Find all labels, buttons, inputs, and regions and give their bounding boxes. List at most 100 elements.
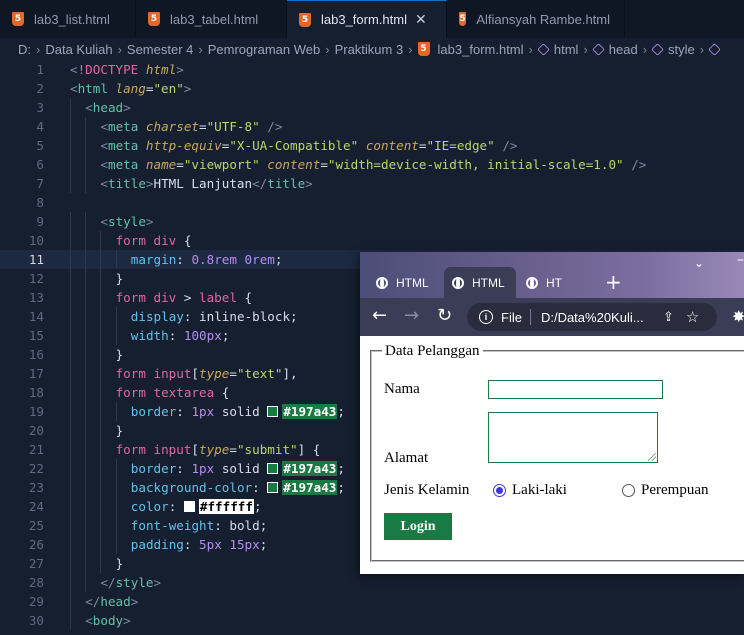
code-text: <style> [100,212,153,231]
radio-perempuan[interactable] [622,484,635,497]
indent-guide [100,497,102,516]
code-text: width: 100px; [131,326,230,345]
code-line[interactable]: 8 [0,193,744,212]
indent-guide [70,345,71,364]
close-icon[interactable]: ✕ [415,11,427,28]
code-line[interactable]: 9 <style> [0,212,744,231]
new-tab-button[interactable]: + [605,270,622,294]
minimize-icon[interactable]: – [737,252,744,268]
browser-tab[interactable]: HT [518,267,590,298]
code-line[interactable]: 6 <meta name="viewport" content="width=de… [0,155,744,174]
code-token: form textarea [115,385,222,400]
indent-guide [85,497,87,516]
code-line[interactable]: 5 <meta http-equiv="X-UA-Compatible" cont… [0,136,744,155]
code-line[interactable]: 7 <title>HTML Lanjutan</title> [0,174,744,193]
code-line[interactable]: 2 <html lang="en"> [0,79,744,98]
indent-guide [70,421,71,440]
editor-tab-lab3-tabel[interactable]: 5 lab3_tabel.html [136,0,287,38]
line-number: 6 [36,157,44,172]
radio-laki-laki[interactable] [493,484,506,497]
code-token: "en" [153,81,184,96]
code-token: : [176,252,192,267]
code-token: < [100,176,108,191]
chevron-right-icon: › [325,41,330,57]
breadcrumb-item-html[interactable]: html [554,42,579,57]
code-token: label [199,290,245,305]
alamat-textarea[interactable] [488,412,658,463]
indent-guide [100,345,102,364]
code-token: } [115,556,124,571]
editor-tab-lab3-list[interactable]: 5 lab3_list.html [0,0,136,38]
breadcrumb-item-semester[interactable]: Semester 4 [127,42,193,57]
indent-guide [70,383,71,402]
chevron-down-icon[interactable]: ⌄ [694,256,704,270]
indent-guide [115,307,117,326]
browser-tab-active[interactable]: HTML [444,267,516,298]
address-bar[interactable]: i File D:/Data%20Kuli... ⇪ ☆ [467,303,717,331]
code-line[interactable]: 10 form div { [0,231,744,250]
alamat-label: Alamat [384,450,429,466]
browser-tab-title: HTML [396,275,429,290]
line-number: 2 [36,81,44,96]
breadcrumb-item-drive[interactable]: D: [18,42,31,57]
extensions-icon[interactable]: ✸ [732,307,744,326]
code-token: : bold; [214,518,268,533]
indent-guide [85,573,87,592]
breadcrumb-item-style[interactable]: style [668,42,695,57]
code-line[interactable]: 30 <body> [0,611,744,630]
indent-guide [70,592,71,611]
element-icon [592,42,605,56]
chevron-right-icon: › [583,41,588,57]
code-token: 5px 15px [199,537,260,552]
code-token: content [267,157,321,172]
forward-arrow-icon[interactable]: → [404,306,419,326]
color-value-highlight: #ffffff [198,499,254,514]
code-line[interactable]: 3 <head> [0,98,744,117]
resize-handle-icon[interactable] [648,453,656,461]
indent-guide [85,478,87,497]
code-token: body [92,613,124,628]
code-token: </ [85,594,101,609]
code-token: "width=device-width, initial-scale=1.0" [327,157,624,172]
html5-icon: 5 [148,12,160,26]
reload-icon[interactable]: ↻ [437,306,452,326]
breadcrumb-item-data-kuliah[interactable]: Data Kuliah [45,42,112,57]
breadcrumb-item-head[interactable]: head [609,42,638,57]
code-token: < [100,119,108,134]
code-token: ; [259,537,268,552]
browser-tab[interactable]: HTML [368,267,444,298]
breadcrumb-item-praktikum[interactable]: Praktikum 3 [335,42,404,57]
line-number: 4 [36,119,44,134]
code-line[interactable]: 4 <meta charset="UTF-8" /> [0,117,744,136]
breadcrumb: D: › Data Kuliah › Semester 4 › Pemrogra… [0,38,744,60]
indent-guide [100,478,102,497]
code-text: <!DOCTYPE html> [70,60,184,79]
login-button[interactable]: Login [384,513,452,540]
code-line[interactable]: 28 </style> [0,573,744,592]
nama-input[interactable] [488,380,663,399]
code-token: : [183,537,200,552]
back-arrow-icon[interactable]: ← [372,306,387,326]
info-icon[interactable]: i [479,310,493,324]
indent-guide [100,516,102,535]
indent-guide [85,288,87,307]
code-token: solid [221,461,268,476]
breadcrumb-item-file[interactable]: lab3_form.html [438,42,524,57]
indent-guide [70,117,71,136]
code-token: html [77,81,116,96]
editor-tab-alfiansyah-rambe[interactable]: 5 Alfiansyah Rambe.html [447,0,625,38]
element-icon [537,42,550,56]
star-icon[interactable]: ☆ [686,308,699,326]
code-token: </ [252,176,268,191]
code-line[interactable]: 1 <!DOCTYPE html> [0,60,744,79]
breadcrumb-item-course[interactable]: Pemrograman Web [208,42,320,57]
url-text[interactable]: D:/Data%20Kuli... [541,310,651,325]
code-line[interactable]: 29 </head> [0,592,744,611]
code-token: display [130,309,184,324]
share-icon[interactable]: ⇪ [663,309,674,325]
code-text: <head> [85,98,131,117]
editor-tab-lab3-form[interactable]: 5 lab3_form.html ✕ [287,0,447,38]
indent-guide [115,535,117,554]
indent-guide [85,402,87,421]
globe-icon [452,276,464,289]
